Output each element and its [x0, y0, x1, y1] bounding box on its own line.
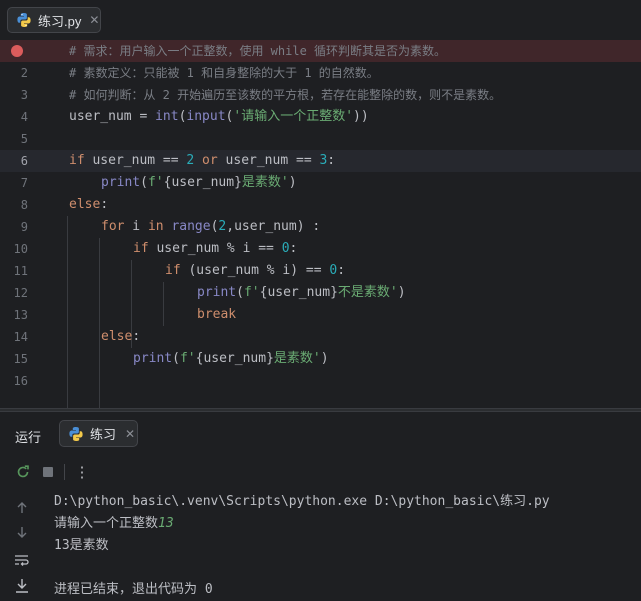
- line-number: 13: [13, 308, 28, 322]
- editor-tab-label: 练习.py: [38, 13, 82, 29]
- console-user-input: 13: [158, 516, 174, 531]
- code-text: # 需求：用户输入一个正整数，使用 while 循环判断其是否为素数。: [69, 44, 447, 58]
- run-tool-window: 运行 练习 ✕ ⋮ D:\python_basic\.venv\Scripts\…: [0, 412, 641, 600]
- code-text: # 素数定义：只能被 1 和自身整除的大于 1 的自然数。: [69, 66, 379, 80]
- line-number: 2: [20, 66, 28, 80]
- line-number: 8: [20, 198, 28, 212]
- line-number: 12: [13, 286, 28, 300]
- breakpoint-icon[interactable]: [11, 45, 23, 57]
- code-text: break: [197, 307, 237, 322]
- code-line[interactable]: 2 # 素数定义：只能被 1 和自身整除的大于 1 的自然数。: [0, 62, 641, 84]
- console-result-line: 13是素数: [54, 538, 109, 553]
- console-prompt: 请输入一个正整数: [54, 516, 159, 531]
- code-editor[interactable]: # 需求：用户输入一个正整数，使用 while 循环判断其是否为素数。 2 # …: [0, 40, 641, 408]
- code-line[interactable]: 11 if (user_num % i) == 0:: [0, 260, 641, 282]
- code-text: # 如何判断：从 2 开始遍历至该数的平方根，若存在能整除的数，则不是素数。: [69, 88, 502, 102]
- line-number: 15: [13, 352, 28, 366]
- code-text: print(f'{user_num}是素数'): [101, 175, 297, 190]
- console-command-line: D:\python_basic\.venv\Scripts\python.exe…: [54, 494, 550, 509]
- code-text: if user_num % i == 0:: [133, 241, 298, 256]
- code-text: else:: [69, 197, 109, 212]
- code-text: for i in range(2,user_num) :: [101, 219, 321, 234]
- code-line[interactable]: 10 if user_num % i == 0:: [0, 238, 641, 260]
- rerun-icon: [17, 465, 29, 478]
- stop-icon: [43, 467, 53, 477]
- code-line[interactable]: 5: [0, 128, 641, 150]
- line-number: 6: [20, 154, 28, 168]
- code-text: else:: [101, 329, 141, 344]
- line-number: 4: [20, 110, 28, 124]
- code-line[interactable]: 8 else:: [0, 194, 641, 216]
- code-text: if (user_num % i) == 0:: [165, 263, 346, 278]
- code-line-current[interactable]: 6 if user_num == 2 or user_num == 3:: [0, 150, 641, 172]
- python-file-icon: [69, 426, 83, 441]
- code-line[interactable]: 7 print(f'{user_num}是素数'): [0, 172, 641, 194]
- python-file-icon: [17, 13, 31, 27]
- code-line[interactable]: 3 # 如何判断：从 2 开始遍历至该数的平方根，若存在能整除的数，则不是素数。: [0, 84, 641, 106]
- line-number: 11: [13, 264, 28, 278]
- console-output[interactable]: D:\python_basic\.venv\Scripts\python.exe…: [54, 491, 550, 601]
- code-line[interactable]: 16: [0, 370, 641, 392]
- run-tab-label: 练习: [90, 427, 117, 442]
- code-text: print(f'{user_num}是素数'): [133, 351, 329, 366]
- line-number: 10: [13, 242, 28, 256]
- code-line[interactable]: 13 break: [0, 304, 641, 326]
- line-number: 14: [13, 330, 28, 344]
- line-number: 5: [20, 132, 28, 146]
- scroll-to-end-icon[interactable]: [12, 576, 32, 596]
- editor-tab-practice-py[interactable]: 练习.py ✕: [7, 7, 101, 33]
- rerun-button[interactable]: [13, 462, 33, 482]
- code-text: user_num = int(input('请输入一个正整数')): [69, 109, 369, 124]
- code-line[interactable]: # 需求：用户输入一个正整数，使用 while 循环判断其是否为素数。: [0, 40, 641, 62]
- close-icon[interactable]: ✕: [89, 13, 99, 27]
- scroll-up-icon[interactable]: [12, 498, 32, 518]
- scroll-down-icon[interactable]: [12, 522, 32, 542]
- stop-button[interactable]: [38, 462, 58, 482]
- code-text: print(f'{user_num}不是素数'): [197, 285, 406, 300]
- code-line[interactable]: 14 else:: [0, 326, 641, 348]
- code-line[interactable]: 4 user_num = int(input('请输入一个正整数')): [0, 106, 641, 128]
- console-prompt-line: 请输入一个正整数13: [54, 513, 550, 535]
- editor-tab-bar: 练习.py ✕: [0, 0, 641, 38]
- run-panel-title[interactable]: 运行: [15, 427, 41, 446]
- code-line[interactable]: 12 print(f'{user_num}不是素数'): [0, 282, 641, 304]
- code-text: if user_num == 2 or user_num == 3:: [69, 153, 336, 168]
- toolbar-separator: [64, 464, 65, 480]
- line-number: 3: [20, 88, 28, 102]
- close-icon[interactable]: ✕: [125, 427, 135, 441]
- line-number: 16: [13, 374, 28, 388]
- code-line[interactable]: 9 for i in range(2,user_num) :: [0, 216, 641, 238]
- line-number: 7: [20, 176, 28, 190]
- code-line[interactable]: 15 print(f'{user_num}是素数'): [0, 348, 641, 370]
- soft-wrap-icon[interactable]: [12, 550, 32, 570]
- more-icon[interactable]: ⋮: [72, 462, 92, 482]
- run-config-tab[interactable]: 练习 ✕: [59, 420, 138, 447]
- line-number: 9: [20, 220, 28, 234]
- console-exit-line: 进程已结束，退出代码为 0: [54, 582, 213, 597]
